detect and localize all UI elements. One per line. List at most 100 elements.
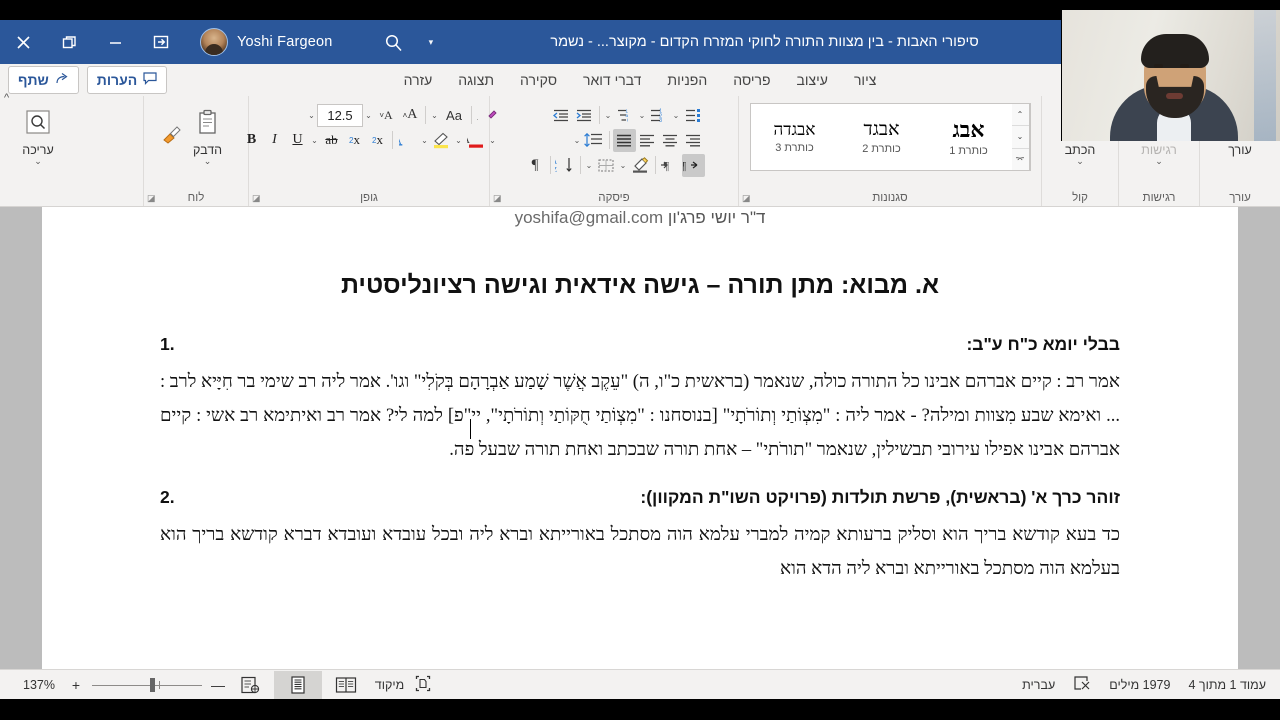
borders-icon[interactable] bbox=[595, 154, 618, 177]
shading-dropdown-icon[interactable]: ⌄ bbox=[618, 154, 629, 177]
ltr-direction-icon[interactable]: ¶ bbox=[659, 154, 682, 177]
tab-view[interactable]: תצוגה bbox=[445, 64, 507, 96]
strikethrough-icon[interactable]: ab bbox=[320, 129, 343, 152]
align-right-icon[interactable] bbox=[682, 129, 705, 152]
font-size-dropdown-icon[interactable]: ⌄ bbox=[363, 104, 374, 127]
tab-mailings[interactable]: דברי דואר bbox=[570, 64, 654, 96]
share-button[interactable]: שתף bbox=[8, 66, 79, 94]
borders-dropdown-icon[interactable]: ⌄ bbox=[584, 154, 595, 177]
scroll-down-icon[interactable]: ⌄ bbox=[1011, 126, 1029, 149]
tab-references[interactable]: הפניות bbox=[654, 64, 720, 96]
word-count[interactable]: 1979 מילים bbox=[1109, 678, 1170, 692]
align-center-icon[interactable] bbox=[659, 129, 682, 152]
tab-help[interactable]: עזרה bbox=[391, 64, 446, 96]
styles-gallery[interactable]: ⌃ ⌄ ⌤ אבג כותרת 1 אבגד כותרת 2 אבגדה כות… bbox=[749, 103, 1031, 171]
font-color-icon[interactable]: A bbox=[464, 129, 487, 152]
tab-layout[interactable]: פריסה bbox=[720, 64, 783, 96]
chevron-down-icon[interactable]: ⌄ bbox=[204, 157, 212, 166]
paragraph-dialog-launcher[interactable]: ◪ bbox=[493, 193, 502, 204]
chevron-down-icon[interactable]: ⌄ bbox=[1155, 157, 1163, 166]
font-dialog-launcher[interactable]: ◪ bbox=[252, 193, 261, 204]
numbered-list-dropdown-icon[interactable]: ⌄ bbox=[637, 104, 648, 127]
language-indicator[interactable]: עברית bbox=[1022, 678, 1055, 692]
chevron-down-icon[interactable]: ⌄ bbox=[1076, 157, 1084, 166]
search-icon[interactable] bbox=[381, 29, 407, 55]
font-name-dropdown-icon[interactable]: ⌄ bbox=[306, 104, 317, 127]
font-color-dropdown-icon[interactable]: ⌄ bbox=[487, 129, 498, 152]
zoom-slider[interactable] bbox=[92, 678, 202, 692]
format-painter-icon[interactable] bbox=[161, 122, 184, 145]
chevron-down-icon[interactable]: ⌄ bbox=[34, 157, 42, 166]
document-canvas[interactable]: ד"ר יושי פרג'ון yoshifa@gmail.com א. מבו… bbox=[0, 207, 1280, 669]
focus-mode-button[interactable]: מיקוד bbox=[370, 671, 436, 700]
webcam-person-mouth bbox=[1166, 93, 1183, 99]
align-left-icon[interactable] bbox=[636, 129, 659, 152]
pilcrow-icon[interactable]: ¶ bbox=[524, 154, 547, 177]
popout-icon[interactable] bbox=[138, 20, 184, 64]
highlight-dropdown-icon[interactable]: ⌄ bbox=[453, 129, 464, 152]
paste-button[interactable]: הדבק ⌄ bbox=[184, 100, 232, 166]
font-size-input[interactable]: 12.5 bbox=[317, 103, 363, 127]
underline-dropdown-icon[interactable]: ⌄ bbox=[309, 129, 320, 152]
sort-az-icon[interactable]: AZ bbox=[554, 154, 577, 177]
ribbon-group-styles: ⌃ ⌄ ⌤ אבג כותרת 1 אבגד כותרת 2 אבגדה כות… bbox=[738, 96, 1041, 206]
find-button[interactable]: עריכה ⌄ bbox=[9, 100, 67, 166]
line-spacing-dropdown-icon[interactable]: ⌄ bbox=[572, 129, 583, 152]
tab-draw[interactable]: ציור bbox=[841, 64, 889, 96]
zoom-level[interactable]: 137% bbox=[18, 678, 60, 692]
page-info[interactable]: עמוד 1 מתוך 4 bbox=[1188, 678, 1266, 692]
chevron-down-icon[interactable]: ▾ bbox=[429, 37, 434, 48]
collapse-ribbon-icon[interactable]: ^ bbox=[4, 92, 9, 104]
paragraph-row-2: ⌄ bbox=[524, 128, 705, 152]
numbered-list-icon[interactable]: 123 bbox=[648, 104, 671, 127]
webcam-overlay[interactable] bbox=[1061, 10, 1280, 141]
justify-icon[interactable] bbox=[612, 128, 636, 152]
restore-icon[interactable] bbox=[46, 20, 92, 64]
tab-review[interactable]: סקירה bbox=[507, 64, 570, 96]
zoom-in-button[interactable]: + bbox=[68, 677, 84, 693]
underline-icon[interactable]: U bbox=[286, 129, 309, 152]
style-heading1[interactable]: אבג כותרת 1 bbox=[924, 104, 1012, 170]
decrease-font-icon[interactable]: A ˅ bbox=[374, 104, 398, 127]
bullet-list-dropdown-icon[interactable]: ⌄ bbox=[671, 104, 682, 127]
view-read-mode[interactable] bbox=[226, 671, 274, 700]
text-effects-icon[interactable]: A bbox=[396, 129, 419, 152]
tab-design[interactable]: עיצוב bbox=[784, 64, 841, 96]
svg-text:¶: ¶ bbox=[683, 159, 687, 173]
paragraph-buttons: ⌄ 123 ⌄ 1ai ⌄ ⌄ ¶ ⌄ ⌄ ¶ bbox=[524, 100, 705, 177]
text-highlight-icon[interactable] bbox=[430, 129, 453, 152]
document-page[interactable]: ד"ר יושי פרג'ון yoshifa@gmail.com א. מבו… bbox=[42, 207, 1238, 669]
multilevel-list-dropdown-icon[interactable]: ⌄ bbox=[603, 104, 614, 127]
styles-scroll[interactable]: ⌃ ⌄ ⌤ bbox=[1011, 104, 1030, 170]
minimize-icon[interactable] bbox=[92, 20, 138, 64]
shading-icon[interactable] bbox=[629, 154, 652, 177]
bullet-list-icon[interactable] bbox=[682, 104, 705, 127]
multilevel-list-icon[interactable]: 1ai bbox=[614, 104, 637, 127]
styles-more-icon[interactable]: ⌤ bbox=[1012, 149, 1029, 170]
line-spacing-icon[interactable] bbox=[583, 129, 606, 152]
text-effects-dropdown-icon[interactable]: ⌄ bbox=[419, 129, 430, 152]
clear-formatting-icon[interactable]: A bbox=[475, 104, 498, 127]
increase-indent-icon[interactable] bbox=[573, 104, 596, 127]
styles-dialog-launcher[interactable]: ◪ bbox=[742, 193, 751, 204]
view-web-layout[interactable] bbox=[322, 671, 370, 700]
zoom-slider-thumb[interactable] bbox=[150, 678, 156, 692]
change-case-icon[interactable]: Aa bbox=[440, 104, 468, 127]
style-heading3[interactable]: אבגדה כותרת 3 bbox=[750, 104, 838, 170]
user-account[interactable]: Yoshi Fargeon bbox=[200, 28, 333, 56]
close-icon[interactable] bbox=[0, 20, 46, 64]
zoom-out-button[interactable]: — bbox=[210, 677, 226, 693]
italic-icon[interactable]: I bbox=[263, 129, 286, 152]
decrease-indent-icon[interactable] bbox=[550, 104, 573, 127]
rtl-direction-icon[interactable]: ¶ bbox=[681, 153, 705, 177]
comments-button[interactable]: הערות bbox=[86, 66, 168, 94]
view-print-layout[interactable] bbox=[274, 670, 322, 700]
proofing-error-icon[interactable] bbox=[1073, 676, 1091, 694]
increase-font-icon[interactable]: A ˄ bbox=[398, 104, 422, 127]
style-heading2[interactable]: אבגד כותרת 2 bbox=[837, 104, 925, 170]
scroll-up-icon[interactable]: ⌃ bbox=[1011, 104, 1029, 127]
superscript-icon[interactable]: x2 bbox=[366, 129, 389, 152]
subscript-icon[interactable]: x2 bbox=[343, 129, 366, 152]
change-case-dropdown-icon[interactable]: ⌄ bbox=[429, 104, 440, 127]
clipboard-dialog-launcher[interactable]: ◪ bbox=[147, 193, 156, 204]
